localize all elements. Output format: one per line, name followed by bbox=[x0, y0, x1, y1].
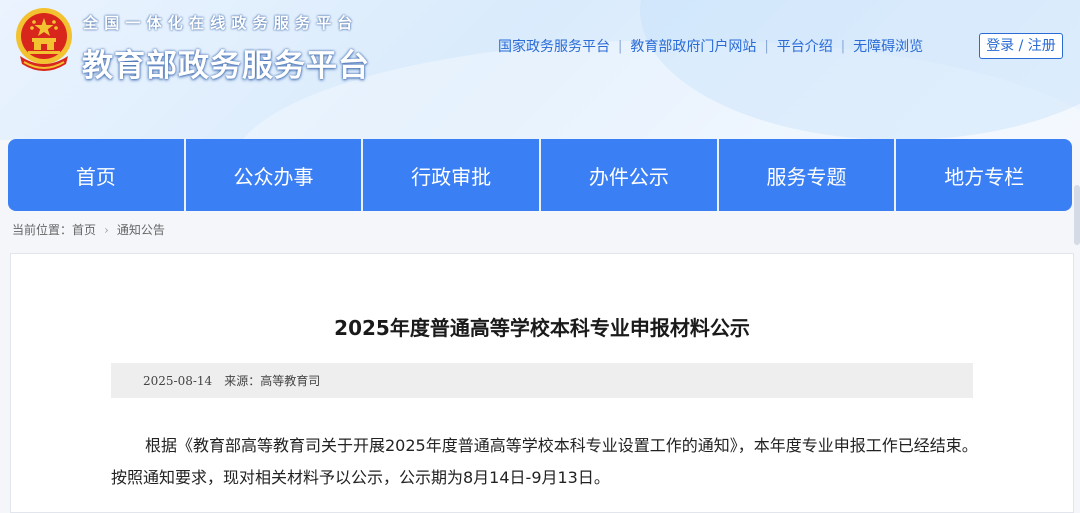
nav-item-admin-approval[interactable]: 行政审批 bbox=[363, 139, 542, 211]
link-platform-intro[interactable]: 平台介绍 bbox=[777, 36, 833, 56]
nav-item-home[interactable]: 首页 bbox=[8, 139, 186, 211]
site-title[interactable]: 教育部政务服务平台 bbox=[82, 40, 370, 85]
link-separator: | bbox=[840, 38, 846, 54]
article-source-label: 来源： bbox=[224, 374, 261, 388]
link-separator: | bbox=[764, 38, 769, 54]
platform-slogan: 全国一体化在线政务服务平台 bbox=[83, 14, 359, 32]
link-moe-portal[interactable]: 教育部政府门户网站 bbox=[630, 36, 756, 56]
breadcrumb: 当前位置： 首页 › 通知公告 bbox=[12, 221, 165, 238]
article-meta: 2025-08-14 来源： 高等教育司 bbox=[111, 363, 973, 398]
article-paragraph: 根据《教育部高等教育司关于开展2025年度普通高等学校本科专业设置工作的通知》，… bbox=[111, 436, 978, 487]
article-date: 2025-08-14 bbox=[143, 373, 213, 388]
chevron-right-icon: › bbox=[104, 222, 109, 237]
breadcrumb-current[interactable]: 通知公告 bbox=[117, 221, 165, 238]
login-register-button[interactable]: 登录 / 注册 bbox=[979, 33, 1063, 59]
breadcrumb-prefix: 当前位置： bbox=[12, 223, 73, 237]
article-title: 2025年度普通高等学校本科专业申报材料公示 bbox=[334, 316, 750, 340]
top-links: 国家政务服务平台 | 教育部政府门户网站 | 平台介绍 | 无障碍浏览 bbox=[498, 36, 923, 56]
link-national-platform[interactable]: 国家政务服务平台 bbox=[498, 36, 610, 56]
article-source: 高等教育司 bbox=[260, 374, 321, 388]
site-header: 全国一体化在线政务服务平台 教育部政务服务平台 国家政务服务平台 | 教育部政府… bbox=[0, 0, 1080, 140]
nav-item-service-topics[interactable]: 服务专题 bbox=[718, 139, 897, 211]
nav-item-case-publicity[interactable]: 办件公示 bbox=[541, 139, 719, 211]
link-separator: | bbox=[618, 38, 623, 54]
article-panel: 2025年度普通高等学校本科专业申报材料公示 2025-08-14 来源： 高等… bbox=[10, 253, 1074, 513]
nav-item-public-services[interactable]: 公众办事 bbox=[185, 139, 364, 211]
link-accessibility[interactable]: 无障碍浏览 bbox=[853, 36, 923, 56]
main-nav: 首页 公众办事 行政审批 办件公示 服务专题 地方专栏 bbox=[8, 139, 1073, 211]
nav-item-local-columns[interactable]: 地方专栏 bbox=[896, 139, 1073, 211]
scrollbar-thumb[interactable] bbox=[1074, 185, 1080, 245]
breadcrumb-home[interactable]: 首页 bbox=[72, 221, 96, 238]
national-emblem-icon bbox=[16, 8, 72, 71]
